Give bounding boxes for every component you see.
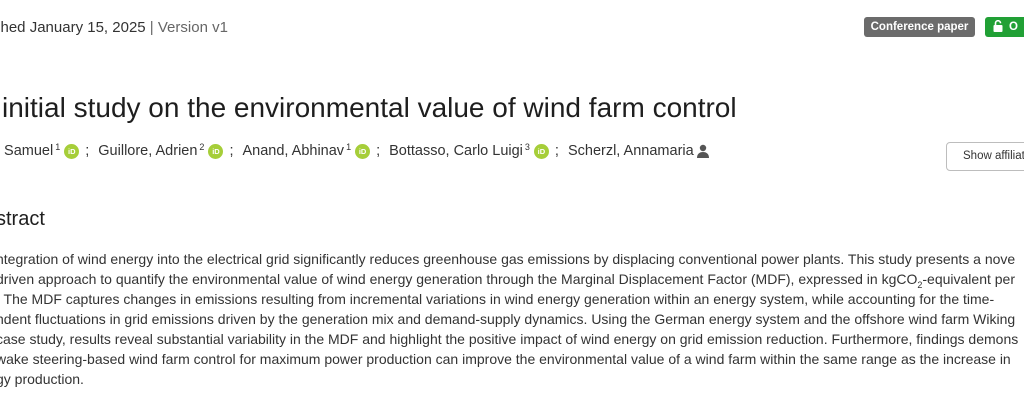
record-title: initial study on the environmental value… <box>2 92 737 123</box>
separator: | <box>149 19 154 36</box>
author-2[interactable]: Guillore, Adrien 2 iD <box>98 142 224 159</box>
affiliation-number: 2 <box>199 142 205 152</box>
abstract-heading: stract <box>0 208 45 230</box>
show-affiliations-button[interactable]: Show affiliati <box>946 142 1024 171</box>
person-icon <box>696 144 709 158</box>
author-1[interactable]: , Samuel 1 iD <box>0 142 80 159</box>
author-separator: ; <box>376 143 381 159</box>
author-separator: ; <box>229 143 234 159</box>
access-label: O <box>1009 21 1018 33</box>
orcid-icon[interactable]: iD <box>533 143 549 159</box>
resource-type-badge: Conference paper <box>864 17 975 37</box>
published-prefix: shed <box>0 19 26 36</box>
author-3[interactable]: Anand, Abhinav 1 iD <box>242 142 371 159</box>
author-name: Guillore, Adrien <box>98 143 198 159</box>
author-list: , Samuel 1 iD ; Guillore, Adrien 2 iD ; An… <box>0 142 710 159</box>
orcid-icon[interactable]: iD <box>355 143 371 159</box>
orcid-icon[interactable]: iD <box>64 143 80 159</box>
access-badge: O <box>985 17 1024 37</box>
publication-info: shed January 15, 2025 | Version v1 <box>0 19 228 36</box>
author-separator: ; <box>85 143 90 159</box>
abstract-line: ndent fluctuations in grid emissions dri… <box>0 311 1016 327</box>
unlock-icon <box>993 19 1003 32</box>
abstract-text: ntegration of wind energy into the elect… <box>0 249 1024 389</box>
abstract-line: . The MDF captures changes in emissions … <box>0 291 995 307</box>
author-name: Bottasso, Carlo Luigi <box>389 143 523 159</box>
abstract-line: driven approach to quantify the environm… <box>0 271 1016 290</box>
abstract-line: ntegration of wind energy into the elect… <box>0 251 1016 267</box>
abstract-line: gy production. <box>0 371 84 387</box>
affiliation-number: 3 <box>524 142 530 152</box>
abstract-line: case study, results reveal substantial v… <box>0 331 1019 347</box>
affiliation-number: 1 <box>346 142 352 152</box>
published-date: January 15, 2025 <box>29 19 146 36</box>
abstract-line: wake steering-based wind farm control fo… <box>0 351 1011 367</box>
author-name: , Samuel <box>0 143 54 159</box>
author-4[interactable]: Bottasso, Carlo Luigi 3 iD <box>389 142 549 159</box>
affiliation-number: 1 <box>55 142 61 152</box>
author-name: Scherzl, Annamaria <box>567 143 694 159</box>
author-5[interactable]: Scherzl, Annamaria <box>568 143 710 159</box>
resource-type-label: Conference paper <box>870 21 969 33</box>
version-label: Version v1 <box>157 19 228 36</box>
author-name: Anand, Abhinav <box>242 143 345 159</box>
author-separator: ; <box>554 143 559 159</box>
orcid-icon[interactable]: iD <box>208 143 224 159</box>
